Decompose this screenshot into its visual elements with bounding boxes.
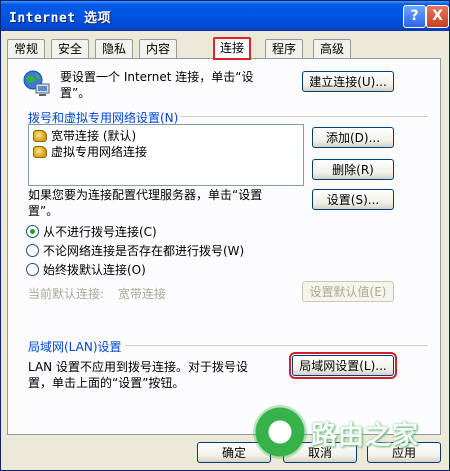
add-button[interactable]: 添加(D)... xyxy=(312,127,394,148)
lan-group-label: 局域网(LAN)设置 xyxy=(28,338,125,355)
close-button[interactable]: X xyxy=(426,5,449,28)
proxy-description: 如果您要为连接配置代理服务器，单击“设置 置”。 xyxy=(28,188,263,218)
ok-button[interactable]: 确定 xyxy=(197,442,271,463)
current-default-row: 当前默认连接: 宽带连接 xyxy=(28,285,166,302)
current-default-label: 当前默认连接: xyxy=(28,287,105,301)
radio-indicator xyxy=(26,244,39,257)
tab-connections[interactable]: 连接 xyxy=(213,37,252,60)
connections-listbox[interactable]: 宽带连接 (默认) 虚拟专用网络连接 xyxy=(28,124,304,186)
setup-description: 要设置一个 Internet 连接，单击“设 置”。 xyxy=(60,70,254,100)
setup-connection-button[interactable]: 建立连接(U)... xyxy=(302,71,394,92)
proxy-settings-button[interactable]: 设置(S)... xyxy=(312,189,394,210)
connections-panel: 要设置一个 Internet 连接，单击“设 置”。 建立连接(U)... 拨号… xyxy=(7,58,441,435)
radio-never-dial[interactable]: 从不进行拨号连接(C) xyxy=(26,224,157,240)
broadband-connection-icon xyxy=(33,130,47,142)
internet-connection-icon xyxy=(23,70,50,96)
cancel-button[interactable]: 取消 xyxy=(283,442,357,463)
lan-description: LAN 设置不应用到拨号连接。对于拨号设 置，单击上面的“设置”按钮。 xyxy=(28,360,248,390)
tab-content[interactable]: 内容 xyxy=(139,39,178,58)
tab-advanced[interactable]: 高级 xyxy=(313,39,352,58)
set-default-button[interactable]: 设置默认值(E) xyxy=(302,281,394,302)
tab-general[interactable]: 常规 xyxy=(7,39,46,58)
list-item[interactable]: 虚拟专用网络连接 xyxy=(33,144,147,160)
tab-privacy[interactable]: 隐私 xyxy=(95,39,134,58)
radio-dial-whenever[interactable]: 不论网络连接是否存在都进行拨号(W) xyxy=(26,243,244,259)
help-button[interactable]: ? xyxy=(403,5,426,28)
tab-programs[interactable]: 程序 xyxy=(265,39,304,58)
remove-button[interactable]: 删除(R) xyxy=(312,159,394,180)
apply-button[interactable]: 应用 xyxy=(367,442,441,463)
title-bar[interactable]: Internet 选项 ? X xyxy=(1,1,449,31)
vpn-connection-icon xyxy=(33,146,47,158)
current-default-value: 宽带连接 xyxy=(117,287,166,301)
radio-selected-indicator xyxy=(26,225,39,238)
radio-always-dial-default[interactable]: 始终拨默认连接(O) xyxy=(26,262,146,278)
lan-settings-button[interactable]: 局域网设置(L)... xyxy=(289,352,397,379)
window-title: Internet 选项 xyxy=(9,11,111,26)
tab-security[interactable]: 安全 xyxy=(51,39,90,58)
radio-indicator xyxy=(26,263,39,276)
list-item[interactable]: 宽带连接 (默认) xyxy=(33,128,136,144)
internet-options-dialog: Internet 选项 ? X 常规 安全 隐私 内容 连接 程序 高级 要设置… xyxy=(0,0,450,471)
